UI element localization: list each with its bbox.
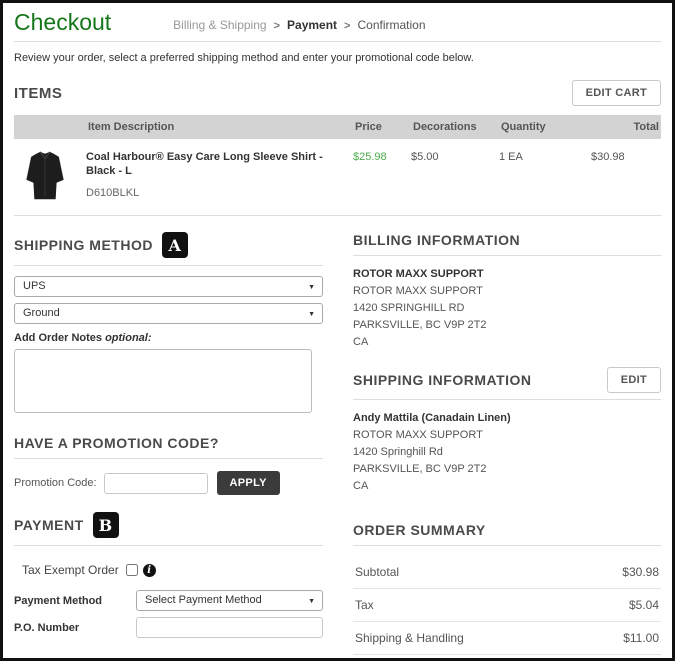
col-quantity: Quantity (501, 121, 546, 133)
edit-shipping-button[interactable]: EDIT (606, 367, 661, 394)
promotion-section: HAVE A PROMOTION CODE? Promotion Code: A… (14, 435, 323, 495)
payment-method-row: Payment Method Select Payment Method ▼ (14, 590, 323, 611)
promotion-code-input[interactable] (103, 472, 208, 494)
summary-label: Subtotal (355, 565, 400, 580)
breadcrumb-billing-shipping[interactable]: Billing & Shipping (173, 18, 266, 32)
tax-exempt-checkbox[interactable] (125, 564, 138, 576)
cart-item-row: Coal Harbour® Easy Care Long Sleeve Shir… (14, 139, 661, 215)
left-column: SHIPPING METHOD A UPS ▼ Ground ▼ Add Ord… (14, 232, 323, 658)
items-table-header: Item Description Price Decorations Quant… (14, 115, 661, 139)
shipping-address-line: CA (353, 480, 369, 493)
payment-heading: PAYMENT (14, 517, 84, 533)
shipping-address-line: Andy Mattila (Canadain Linen) (353, 412, 511, 425)
promotion-code-label: Promotion Code: (14, 477, 97, 489)
edit-cart-button[interactable]: EDIT CART (571, 80, 661, 106)
items-heading: ITEMS (14, 84, 63, 102)
summary-row-total: Total $47.02 (353, 655, 661, 658)
item-description: Coal Harbour® Easy Care Long Sleeve Shir… (86, 151, 323, 178)
service-select[interactable]: Ground ▼ (14, 303, 323, 324)
payment-method-label: Payment Method (14, 594, 103, 607)
shipping-address: Andy Mattila (Canadain Linen) ROTOR MAXX… (353, 410, 661, 495)
apply-button[interactable]: APPLY (216, 471, 280, 495)
order-notes-label-text: Add Order Notes (14, 332, 103, 344)
breadcrumb: Billing & Shipping > Payment > Confirmat… (173, 18, 425, 34)
carrier-select[interactable]: UPS ▼ (14, 276, 323, 297)
shipping-address-line: PARKSVILLE, BC V9P 2T2 (353, 463, 487, 476)
breadcrumb-separator: > (344, 20, 351, 32)
service-selected-value: Ground (23, 307, 60, 319)
col-total: Total (633, 121, 659, 133)
billing-address-line: 1420 SPRINGHILL RD (353, 302, 465, 315)
shipping-method-heading: SHIPPING METHOD (14, 237, 153, 253)
billing-address-line: PARKSVILLE, BC V9P 2T2 (353, 319, 487, 332)
tax-exempt-label: Tax Exempt Order (22, 563, 119, 577)
promotion-heading-row: HAVE A PROMOTION CODE? (14, 435, 323, 459)
item-description-block: Coal Harbour® Easy Care Long Sleeve Shir… (86, 146, 353, 199)
summary-value: $30.98 (622, 565, 659, 580)
billing-address: ROTOR MAXX SUPPORT ROTOR MAXX SUPPORT 14… (353, 266, 661, 351)
item-sku: D610BLKL (86, 186, 140, 199)
breadcrumb-separator: > (273, 20, 281, 32)
chevron-down-icon: ▼ (308, 311, 315, 318)
summary-label: Shipping & Handling (355, 631, 464, 646)
chevron-down-icon: ▼ (308, 284, 315, 291)
promotion-row: Promotion Code: APPLY (14, 471, 323, 495)
col-decorations: Decorations (413, 121, 477, 133)
billing-address-line: ROTOR MAXX SUPPORT (353, 285, 483, 298)
promotion-heading: HAVE A PROMOTION CODE? (14, 435, 219, 451)
tax-exempt-row: Tax Exempt Order i (14, 556, 323, 590)
po-number-input[interactable] (136, 617, 323, 638)
order-notes-optional-text: optional: (105, 332, 152, 344)
item-total: $30.98 (591, 151, 625, 163)
callout-badge-b: B (92, 512, 119, 538)
checkout-page: Checkout Billing & Shipping > Payment > … (0, 0, 675, 661)
order-summary-section: ORDER SUMMARY Subtotal $30.98 Tax $5.04 … (353, 522, 661, 658)
po-number-row: P.O. Number (14, 617, 323, 638)
order-summary-heading-row: ORDER SUMMARY (353, 522, 661, 547)
item-price: $25.98 (353, 151, 387, 163)
order-notes-label: Add Order Notes optional: (14, 332, 323, 344)
product-image (14, 146, 76, 206)
callout-badge-a: A (161, 232, 188, 258)
summary-value: $5.04 (628, 598, 659, 613)
payment-heading-row: PAYMENT B (14, 512, 323, 546)
right-column: BILLING INFORMATION ROTOR MAXX SUPPORT R… (353, 232, 661, 658)
page-header: Checkout Billing & Shipping > Payment > … (14, 11, 661, 42)
col-item-description: Item Description (88, 121, 175, 133)
chevron-down-icon: ▼ (308, 598, 315, 605)
items-section-header: ITEMS EDIT CART (14, 80, 661, 106)
item-quantity: 1 EA (499, 151, 523, 163)
order-summary-heading: ORDER SUMMARY (353, 522, 486, 539)
payment-method-selected-value: Select Payment Method (145, 594, 262, 606)
summary-row-subtotal: Subtotal $30.98 (353, 556, 661, 590)
shipping-info-heading-row: SHIPPING INFORMATION EDIT (353, 367, 661, 401)
col-price: Price (355, 121, 382, 133)
shirt-image (26, 151, 64, 200)
summary-label: Tax (355, 598, 374, 613)
payment-method-select[interactable]: Select Payment Method ▼ (136, 590, 323, 611)
billing-info-heading: BILLING INFORMATION (353, 232, 521, 248)
shipping-method-heading-row: SHIPPING METHOD A (14, 232, 323, 266)
summary-value: $11.00 (623, 631, 659, 646)
billing-address-line: CA (353, 336, 369, 349)
breadcrumb-payment: Payment (287, 18, 338, 32)
intro-text: Review your order, select a preferred sh… (14, 52, 474, 64)
carrier-selected-value: UPS (23, 280, 46, 292)
info-icon[interactable]: i (142, 563, 156, 577)
item-decorations: $5.00 (411, 151, 439, 163)
items-divider (14, 215, 661, 216)
shipping-info-heading: SHIPPING INFORMATION (353, 372, 532, 389)
shipping-address-line: 1420 Springhill Rd (353, 446, 443, 459)
page-title: Checkout (14, 9, 112, 35)
po-number-label: P.O. Number (14, 621, 80, 634)
breadcrumb-confirmation: Confirmation (357, 18, 426, 32)
billing-address-line: ROTOR MAXX SUPPORT (353, 268, 484, 280)
summary-row-tax: Tax $5.04 (353, 589, 661, 623)
payment-section: PAYMENT B Tax Exempt Order i Payment Met… (14, 512, 323, 638)
order-notes-textarea[interactable] (14, 349, 312, 413)
summary-row-shipping: Shipping & Handling $11.00 (353, 622, 661, 656)
shipping-info-section: SHIPPING INFORMATION EDIT Andy Mattila (… (353, 367, 661, 495)
shipping-address-line: ROTOR MAXX SUPPORT (353, 429, 483, 442)
billing-info-heading-row: BILLING INFORMATION (353, 232, 661, 256)
